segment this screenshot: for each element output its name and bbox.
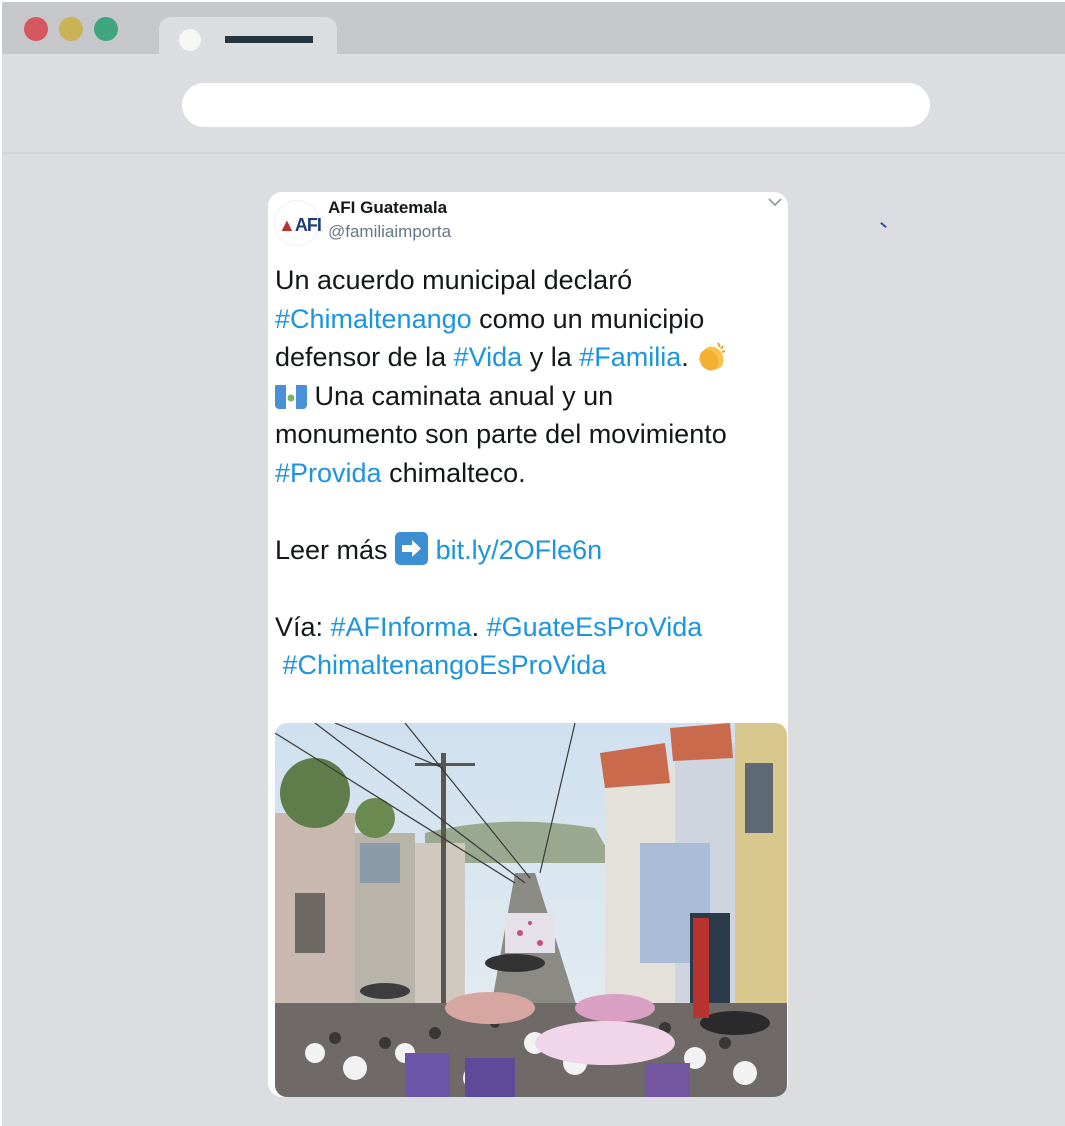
text-line: como un municipio xyxy=(471,303,705,334)
text-line: Un acuerdo municipal declaró xyxy=(275,265,633,295)
address-bar[interactable] xyxy=(182,83,930,127)
hashtag-guateesprovida[interactable]: #GuateEsProVida xyxy=(487,612,703,642)
minimize-button[interactable] xyxy=(59,17,83,41)
text-fragment: . xyxy=(681,342,697,372)
cursor-mark xyxy=(880,221,887,229)
tab-favicon-icon xyxy=(179,29,201,51)
avatar[interactable]: ▲AFI xyxy=(274,200,322,246)
tweet-text: Un acuerdo municipal declaró #Chimaltena… xyxy=(275,261,780,685)
hashtag-vida[interactable]: #Vida xyxy=(454,342,523,372)
hashtag-familia[interactable]: #Familia xyxy=(579,342,681,372)
tweet-photo[interactable] xyxy=(275,723,787,1097)
text-fragment: . xyxy=(471,611,487,642)
tweet-card: ▲AFI AFI Guatemala @familiaimporta Un ac… xyxy=(268,192,788,1097)
tab-title-placeholder xyxy=(225,36,313,43)
guatemala-flag-icon xyxy=(275,383,307,409)
hashtag-chimaltenango[interactable]: #Chimaltenango xyxy=(275,304,472,334)
hashtag-provida[interactable]: #Provida xyxy=(275,458,382,488)
toolbar-divider xyxy=(2,152,1065,154)
chevron-down-icon[interactable] xyxy=(768,194,782,212)
browser-window: ▲AFI AFI Guatemala @familiaimporta Un ac… xyxy=(2,2,1065,1126)
browser-tab[interactable] xyxy=(159,17,337,57)
afi-logo: ▲AFI xyxy=(278,215,322,235)
maximize-button[interactable] xyxy=(94,17,118,41)
text-fragment: Vía: xyxy=(275,611,331,642)
title-bar xyxy=(2,2,1065,57)
text-fragment: chimalteco. xyxy=(381,457,526,488)
hashtag-afinforma[interactable]: #AFInforma xyxy=(331,612,472,642)
text-fragment: Leer más xyxy=(275,534,396,565)
close-button[interactable] xyxy=(24,17,48,41)
text-fragment: defensor de la xyxy=(275,342,454,372)
clapping-hands-icon xyxy=(696,340,728,372)
author-handle[interactable]: @familiaimporta xyxy=(328,222,451,242)
link-bitly[interactable]: bit.ly/2OFle6n xyxy=(436,535,603,565)
text-fragment: y la xyxy=(522,342,580,372)
right-arrow-icon xyxy=(395,531,429,565)
author-name[interactable]: AFI Guatemala xyxy=(328,198,447,218)
text-line: monumento son parte del movimiento xyxy=(275,419,727,449)
text-fragment: Una caminata anual y un xyxy=(307,380,614,411)
hashtag-chimaltenangoesprovida[interactable]: #ChimaltenangoEsProVida xyxy=(275,650,607,680)
